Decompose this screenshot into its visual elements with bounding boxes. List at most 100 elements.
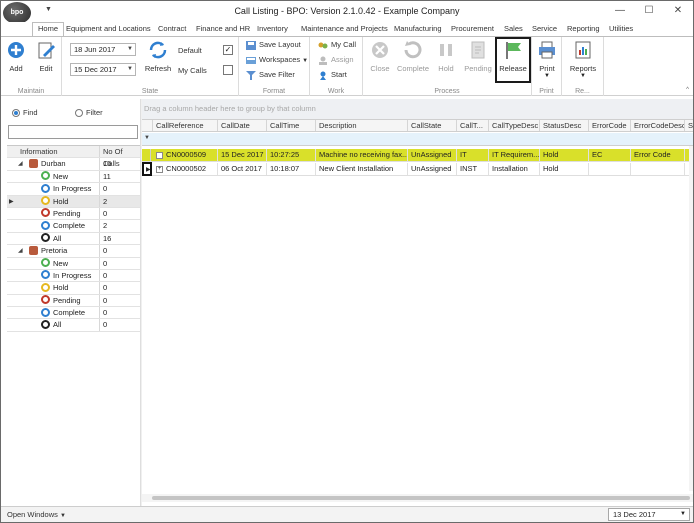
column-header[interactable]: StatusDesc bbox=[540, 120, 589, 131]
reports-button[interactable]: Reports ▼ bbox=[566, 39, 600, 79]
chevron-down-icon[interactable]: ▼ bbox=[127, 64, 133, 75]
tab-finance-and-hr[interactable]: Finance and HR bbox=[196, 23, 250, 35]
column-header[interactable]: CallT... bbox=[457, 120, 489, 131]
start-button[interactable]: Start bbox=[318, 70, 347, 80]
close-window-button[interactable]: ✕ bbox=[671, 4, 685, 18]
tab-home[interactable]: Home bbox=[32, 22, 65, 37]
tree-row[interactable]: ◢ Durban 16 bbox=[7, 158, 140, 171]
tree-row[interactable]: Complete 0 bbox=[7, 307, 140, 320]
column-header[interactable]: Description bbox=[316, 120, 408, 131]
tab-service[interactable]: Service bbox=[532, 23, 557, 35]
tree-row[interactable]: ◢ Pretoria 0 bbox=[7, 245, 140, 258]
release-button[interactable]: Release bbox=[495, 37, 531, 83]
add-icon bbox=[8, 42, 24, 58]
tree-row[interactable]: Complete 2 bbox=[7, 220, 140, 233]
chevron-down-icon[interactable]: ▼ bbox=[680, 509, 686, 520]
column-header[interactable]: CallState bbox=[408, 120, 457, 131]
collapse-node-icon[interactable]: ◢ bbox=[18, 245, 23, 257]
status-date-field[interactable]: 13 Dec 2017 ▼ bbox=[608, 508, 690, 521]
workspaces-button[interactable]: Workspaces ▼ bbox=[246, 55, 308, 66]
close-call-button[interactable]: Close bbox=[365, 39, 395, 79]
maximize-button[interactable]: ☐ bbox=[642, 4, 656, 18]
pending-button[interactable]: Pending bbox=[461, 39, 495, 79]
table-cell: New Client Installation bbox=[316, 163, 408, 175]
column-header[interactable]: CallTime bbox=[267, 120, 316, 131]
assign-button[interactable]: Assign bbox=[318, 55, 354, 65]
collapse-node-icon[interactable]: ◢ bbox=[18, 158, 23, 170]
column-header[interactable]: ErrorCode bbox=[589, 120, 631, 131]
tree-header: Information No Of Calls bbox=[7, 146, 140, 168]
minimize-button[interactable]: — bbox=[613, 4, 627, 18]
tree-node-label: New bbox=[53, 171, 69, 181]
tree-row[interactable]: All 16 bbox=[7, 232, 140, 246]
complete-button[interactable]: Complete bbox=[395, 39, 431, 79]
vertical-scrollbar[interactable] bbox=[689, 146, 693, 491]
date-to-field[interactable]: 15 Dec 2017 ▼ bbox=[70, 63, 136, 76]
close-icon bbox=[372, 42, 388, 58]
auto-filter-row[interactable]: ▼ bbox=[142, 133, 693, 146]
column-header[interactable]: Se bbox=[685, 120, 693, 131]
tab-manufacturing[interactable]: Manufacturing bbox=[394, 23, 442, 35]
tab-utilities[interactable]: Utilities bbox=[609, 23, 633, 35]
row-indicator[interactable] bbox=[142, 149, 151, 161]
table-cell: CN0000509 bbox=[153, 149, 218, 161]
table-row[interactable]: CN0000509 15 Dec 2017 10:27:25 Machine no r… bbox=[142, 149, 693, 162]
status-icon bbox=[41, 319, 50, 329]
column-header[interactable]: CallReference bbox=[153, 120, 218, 131]
save-filter-button[interactable]: Save Filter bbox=[246, 70, 295, 80]
tree-row[interactable]: Hold 0 bbox=[7, 282, 140, 295]
row-indicator[interactable]: ▶ bbox=[142, 162, 152, 176]
tab-equipment-and-locations[interactable]: Equipment and Locations bbox=[66, 23, 151, 35]
search-input[interactable] bbox=[8, 125, 138, 139]
tree-row[interactable]: Pending 0 bbox=[7, 294, 140, 308]
expand-row-icon[interactable]: + bbox=[156, 165, 163, 173]
table-cell-text: 15 Dec 2017 bbox=[221, 150, 264, 159]
horizontal-scrollbar[interactable] bbox=[142, 494, 693, 502]
assign-icon bbox=[319, 56, 327, 65]
group-by-hint[interactable]: Drag a column header here to group by th… bbox=[142, 99, 693, 119]
chevron-down-icon[interactable]: ▼ bbox=[127, 44, 133, 55]
edit-button[interactable]: Edit bbox=[32, 39, 60, 79]
refresh-button[interactable]: Refresh bbox=[142, 39, 174, 79]
column-header-information[interactable]: Information bbox=[7, 146, 100, 158]
ribbon-collapse-icon[interactable]: ^ bbox=[686, 87, 689, 93]
add-button[interactable]: Add bbox=[2, 39, 30, 79]
tree-row[interactable]: In Progress 0 bbox=[7, 183, 140, 196]
tab-sales[interactable]: Sales bbox=[504, 23, 523, 35]
print-button[interactable]: Print ▼ bbox=[532, 39, 562, 79]
table-cell-text: Hold bbox=[543, 164, 559, 173]
my-call-button[interactable]: My Call bbox=[318, 40, 356, 50]
table-row[interactable]: ▶ + CN0000502 06 Oct 2017 10:18:07 New Client… bbox=[142, 162, 693, 176]
my-calls-checkbox[interactable] bbox=[223, 65, 233, 75]
column-header-no-of-calls[interactable]: No Of Calls bbox=[101, 146, 140, 168]
column-header[interactable]: CallTypeDesc bbox=[489, 120, 540, 131]
open-windows-button[interactable]: Open Windows ▼ bbox=[7, 510, 66, 519]
table-cell: 15 Dec 2017 bbox=[218, 149, 267, 161]
save-filter-icon bbox=[246, 70, 256, 80]
column-header[interactable]: CallDate bbox=[218, 120, 267, 131]
ribbon-tabs: Home Equipment and Locations Contract Fi… bbox=[1, 22, 693, 37]
save-layout-button[interactable]: Save Layout bbox=[246, 40, 301, 50]
default-checkbox[interactable]: ✓ bbox=[223, 45, 233, 55]
tree-row[interactable]: All 0 bbox=[7, 319, 140, 332]
tree-row[interactable]: Pending 0 bbox=[7, 207, 140, 221]
expand-row-icon[interactable] bbox=[156, 151, 163, 159]
hold-button[interactable]: Hold bbox=[431, 39, 461, 79]
tree-row[interactable]: In Progress 0 bbox=[7, 269, 140, 283]
tree-row[interactable]: New 0 bbox=[7, 257, 140, 270]
column-header[interactable]: ErrorCodeDesc bbox=[631, 120, 685, 131]
table-cell: IT bbox=[457, 149, 489, 161]
tree-row[interactable]: New 11 bbox=[7, 170, 140, 184]
tab-contract[interactable]: Contract bbox=[158, 23, 186, 35]
tab-inventory[interactable]: Inventory bbox=[257, 23, 288, 35]
tab-maintenance-and-projects[interactable]: Maintenance and Projects bbox=[301, 23, 388, 35]
date-from-field[interactable]: 18 Jun 2017 ▼ bbox=[70, 43, 136, 56]
status-icon bbox=[41, 220, 50, 230]
tree-row[interactable]: ▶ Hold 2 bbox=[7, 195, 140, 208]
scrollbar-thumb[interactable] bbox=[152, 496, 690, 500]
hold-label: Hold bbox=[438, 64, 454, 73]
filter-radio[interactable]: Filter bbox=[75, 108, 103, 118]
find-radio[interactable]: Find bbox=[12, 108, 38, 118]
tab-reporting[interactable]: Reporting bbox=[567, 23, 600, 35]
tab-procurement[interactable]: Procurement bbox=[451, 23, 494, 35]
